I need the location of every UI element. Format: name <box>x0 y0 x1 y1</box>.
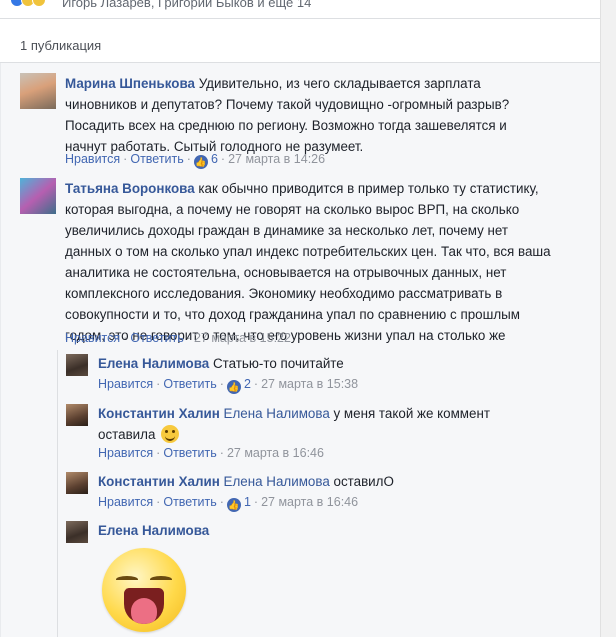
comment-text: чиновников и депутатов? Почему такой чуд… <box>65 97 510 112</box>
mention-tag[interactable]: Елена Налимова <box>224 406 330 421</box>
comment: Татьяна Воронкова как обычно приводится … <box>20 178 600 348</box>
timestamp[interactable]: 27 марта в 16:46 <box>261 495 358 509</box>
like-count[interactable]: 6 <box>211 152 218 166</box>
comment-text: совокупности и то, что доход гражданина … <box>65 307 520 322</box>
like-link[interactable]: Нравится <box>98 446 153 460</box>
divider <box>0 62 600 63</box>
sticker-mouth <box>124 588 164 624</box>
sticker-tongue <box>131 598 157 624</box>
comment-text: как обычно приводится в пример только ту… <box>198 181 539 196</box>
comment-body: Татьяна Воронкова как обычно приводится … <box>65 178 595 346</box>
like-link[interactable]: Нравится <box>98 495 153 509</box>
like-count[interactable]: 2 <box>244 377 251 391</box>
reply-text: у меня такой же коммент <box>333 406 491 421</box>
reactors-text[interactable]: Игорь Лазарев, Григорий Быков и еще 14 <box>62 0 311 10</box>
comment-text: аналитика не состоятельна, основывается … <box>65 265 507 280</box>
comment-text: которая выгодна, а почему не говорят на … <box>65 202 520 217</box>
reply-link[interactable]: Ответить <box>163 495 216 509</box>
divider <box>0 18 600 19</box>
smile-emoji-icon <box>161 425 180 443</box>
timestamp[interactable]: 27 марта в 14:26 <box>228 152 325 166</box>
reply: Елена Налимова Статью-то почитайте Нрави… <box>66 354 596 394</box>
reply-text: оставилО <box>333 474 394 489</box>
reply-body: Елена Налимова Статью-то почитайте <box>98 353 588 374</box>
comment-actions: Нравится · Ответить · 27 марта в 15:22 <box>65 331 291 345</box>
reply-actions: Нравится · Ответить · 👍 2 · 27 марта в 15:38 <box>98 377 359 394</box>
reply-author[interactable]: Константин Халин <box>98 406 220 421</box>
mention-tag[interactable]: Елена Налимова <box>224 474 330 489</box>
comment-body: Марина Шпенькова Удивительно, из чего ск… <box>65 73 585 157</box>
reply-text: оставила <box>98 427 156 442</box>
reply-body: Константин Халин Елена Налимова оставилО <box>98 471 588 492</box>
avatar[interactable] <box>66 354 88 376</box>
timestamp[interactable]: 27 марта в 15:38 <box>261 377 358 391</box>
sad-reaction-icon <box>32 0 46 7</box>
comment-text: Удивительно, из чего складывается зарпла… <box>198 76 481 91</box>
avatar[interactable] <box>66 521 88 543</box>
reply-link[interactable]: Ответить <box>130 152 183 166</box>
comment-text: увеличились доходы граждан в динамике за… <box>65 223 509 238</box>
reply-link[interactable]: Ответить <box>130 331 183 345</box>
like-icon: 👍 <box>193 155 208 169</box>
comment: Марина Шпенькова Удивительно, из чего ск… <box>20 73 600 173</box>
timestamp[interactable]: 27 марта в 15:22 <box>194 331 291 345</box>
reply-actions: Нравится · Ответить · 👍 1 · 27 марта в 16:46 <box>98 495 359 512</box>
comment-author[interactable]: Марина Шпенькова <box>65 76 195 91</box>
like-link[interactable]: Нравится <box>65 152 120 166</box>
reply-text: Статью-то почитайте <box>212 356 344 371</box>
reply-author[interactable]: Елена Налимова <box>98 523 209 538</box>
reply: Константин Халин Елена Налимова оставилО… <box>66 472 596 512</box>
tongue-out-sticker[interactable] <box>102 548 186 632</box>
like-icon: 👍 <box>226 380 241 394</box>
avatar[interactable] <box>66 472 88 494</box>
reply: Константин Халин Елена Налимова у меня т… <box>66 404 596 464</box>
comment-actions: Нравится · Ответить · 👍 6 · 27 марта в 14:26 <box>65 152 326 169</box>
reply-link[interactable]: Ответить <box>163 446 216 460</box>
comment-text: комплексного исследования. Экономику нео… <box>65 286 503 301</box>
timestamp[interactable]: 27 марта в 16:46 <box>227 446 324 460</box>
reply-actions: Нравится · Ответить · 27 марта в 16:46 <box>98 446 324 460</box>
comment-text: данных о том на сколько упал индекс потр… <box>65 244 551 259</box>
reply-body: Елена Налимова <box>98 520 588 541</box>
reply-link[interactable]: Ответить <box>163 377 216 391</box>
avatar[interactable] <box>20 178 56 214</box>
like-count[interactable]: 1 <box>244 495 251 509</box>
publications-count[interactable]: 1 публикация <box>20 38 101 53</box>
reply-author[interactable]: Константин Халин <box>98 474 220 489</box>
like-link[interactable]: Нравится <box>98 377 153 391</box>
avatar[interactable] <box>20 73 56 109</box>
reply: Елена Налимова <box>66 521 596 545</box>
reactions-bar: Игорь Лазарев, Григорий Быков и еще 14 <box>0 0 616 16</box>
reply-body: Константин Халин Елена Налимова у меня т… <box>98 403 588 445</box>
like-link[interactable]: Нравится <box>65 331 120 345</box>
sticker-eye <box>150 576 172 583</box>
comment-author[interactable]: Татьяна Воронкова <box>65 181 195 196</box>
sticker-eye <box>116 576 138 583</box>
comment-text: Посадить всех на среднюю по региону. Воз… <box>65 118 507 133</box>
scrollbar[interactable] <box>600 0 616 637</box>
like-icon: 👍 <box>226 498 241 512</box>
reaction-icons[interactable] <box>10 0 46 10</box>
reply-author[interactable]: Елена Налимова <box>98 356 209 371</box>
reply-thread-line <box>57 350 58 637</box>
avatar[interactable] <box>66 404 88 426</box>
